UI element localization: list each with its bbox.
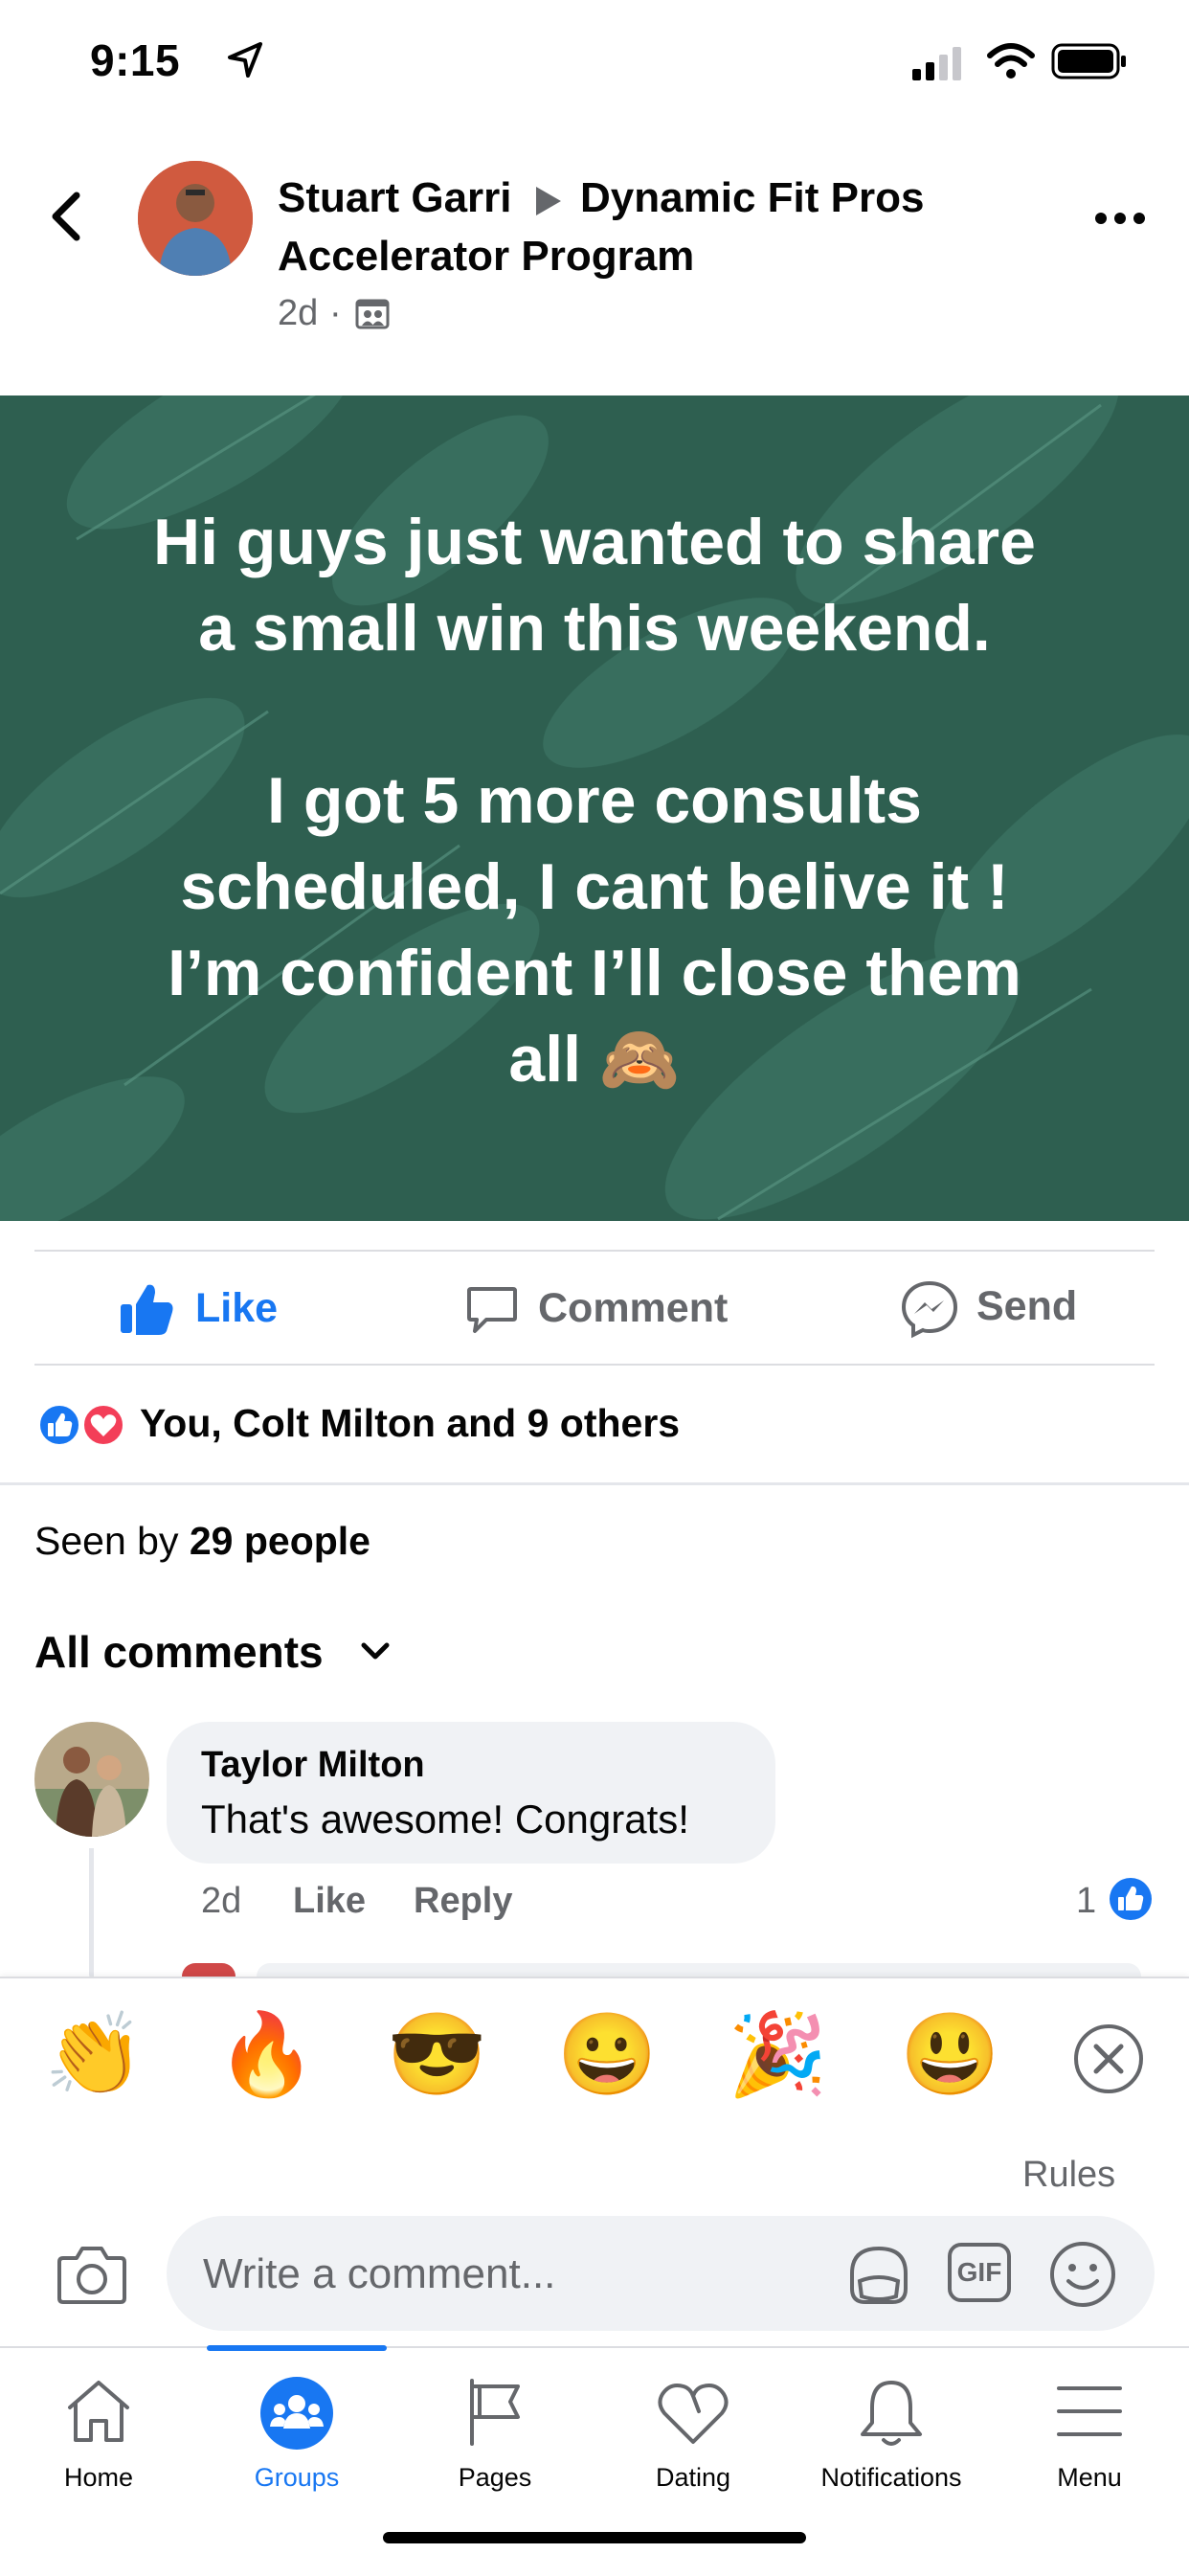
close-emoji-bar-icon[interactable] [1072, 2022, 1145, 2095]
group-name-line2[interactable]: Accelerator Program [278, 233, 694, 281]
home-icon [68, 2381, 129, 2442]
seen-by-count: 29 people [189, 1519, 370, 1563]
comment-input[interactable]: Write a comment... GIF [167, 2216, 1155, 2331]
send-label: Send [976, 1283, 1078, 1329]
reply-avatar-partial [182, 1963, 236, 1977]
divider [34, 1250, 1155, 1252]
avatar-sticker-icon[interactable] [842, 2241, 915, 2310]
seen-by-prefix: Seen by [34, 1519, 179, 1563]
reactions-summary[interactable]: You, Colt Milton and 9 others [140, 1401, 680, 1446]
bell-icon [861, 2381, 922, 2446]
tab-groups[interactable]: Groups [201, 2365, 393, 2509]
tab-home[interactable]: Home [3, 2365, 194, 2509]
messenger-icon [901, 1280, 958, 1339]
post-time[interactable]: 2d [278, 293, 318, 334]
quick-emoji-fire[interactable]: 🔥 [216, 2006, 317, 2102]
rules-link[interactable]: Rules [1022, 2155, 1115, 2196]
comments-filter[interactable]: All comments [34, 1626, 324, 1678]
tab-home-label: Home [63, 2463, 134, 2492]
comment-button[interactable]: Comment [465, 1279, 733, 1341]
location-arrow-icon [228, 42, 262, 78]
author-name[interactable]: Stuart Garri [278, 174, 512, 222]
flag-icon [470, 2379, 520, 2446]
home-indicator[interactable] [383, 2532, 806, 2543]
groups-icon [260, 2377, 333, 2450]
thumbs-up-icon [121, 1284, 173, 1335]
seen-by[interactable]: Seen by 29 people [34, 1519, 370, 1564]
comment-label: Comment [538, 1285, 729, 1331]
quick-emoji-sunglasses[interactable]: 😎 [387, 2006, 487, 2102]
comment-like-reaction-icon [1110, 1878, 1152, 1920]
comment-time: 2d [201, 1881, 242, 1921]
comment-input-placeholder: Write a comment... [203, 2250, 556, 2297]
back-chevron-icon[interactable] [48, 190, 86, 243]
comment-reaction-count[interactable]: 1 [1076, 1881, 1096, 1922]
chevron-down-icon[interactable] [360, 1639, 391, 1662]
tab-notifications[interactable]: Notifications [796, 2365, 987, 2509]
wifi-icon [987, 43, 1035, 79]
comment-text: That's awesome! Congrats! [201, 1796, 689, 1842]
quick-emoji-grin[interactable]: 😀 [557, 2006, 658, 2102]
post-text: Hi guys just wanted to share a small win… [153, 506, 1036, 1096]
emoji-picker-icon[interactable] [1047, 2239, 1118, 2310]
camera-icon[interactable] [56, 2241, 128, 2306]
commenter-avatar[interactable] [34, 1722, 149, 1837]
comment-reply-button[interactable]: Reply [414, 1881, 512, 1922]
status-time: 9:15 [90, 35, 181, 85]
send-button[interactable]: Send [900, 1277, 1091, 1341]
tab-dating-label: Dating [655, 2463, 731, 2492]
like-label: Like [195, 1285, 279, 1331]
reaction-icons[interactable] [34, 1400, 128, 1450]
comment-bubble[interactable]: Taylor Milton That's awesome! Congrats! [167, 1722, 775, 1864]
tab-dating[interactable]: Dating [597, 2365, 789, 2509]
quick-emoji-party[interactable]: 🎉 [728, 2006, 828, 2102]
tab-pages[interactable]: Pages [399, 2365, 591, 2509]
gif-button[interactable]: GIF [948, 2243, 1011, 2302]
reply-bubble-partial [257, 1963, 1141, 1977]
group-privacy-icon [355, 299, 390, 329]
meta-separator: · [329, 293, 342, 333]
tab-groups-label: Groups [254, 2463, 340, 2492]
quick-emoji-clap[interactable]: 👏 [44, 2006, 145, 2102]
active-tab-indicator [207, 2345, 387, 2351]
heart-icon [658, 2384, 729, 2444]
like-button[interactable]: Like [119, 1279, 329, 1341]
reply-thread-line [89, 1848, 94, 1978]
group-name[interactable]: Dynamic Fit Pros [580, 174, 924, 222]
comment-like-button[interactable]: Like [293, 1881, 366, 1922]
tab-notifications-label: Notifications [820, 2463, 962, 2492]
comment-author[interactable]: Taylor Milton [201, 1745, 425, 1786]
divider [34, 1364, 1155, 1366]
tab-menu-label: Menu [1057, 2463, 1122, 2492]
comment-icon [467, 1287, 517, 1333]
author-avatar[interactable] [138, 161, 253, 276]
tab-pages-label: Pages [458, 2463, 532, 2492]
post-background[interactable]: Hi guys just wanted to share a small win… [0, 395, 1189, 1221]
battery-icon [1051, 43, 1126, 79]
section-divider [0, 1482, 1189, 1485]
arrow-right-icon [536, 187, 561, 215]
cellular-signal-icon [912, 47, 961, 80]
tab-menu[interactable]: Menu [994, 2365, 1185, 2509]
quick-emoji-smiley[interactable]: 😃 [900, 2006, 1000, 2102]
menu-icon [1057, 2386, 1122, 2436]
more-options-icon[interactable] [1093, 209, 1147, 228]
